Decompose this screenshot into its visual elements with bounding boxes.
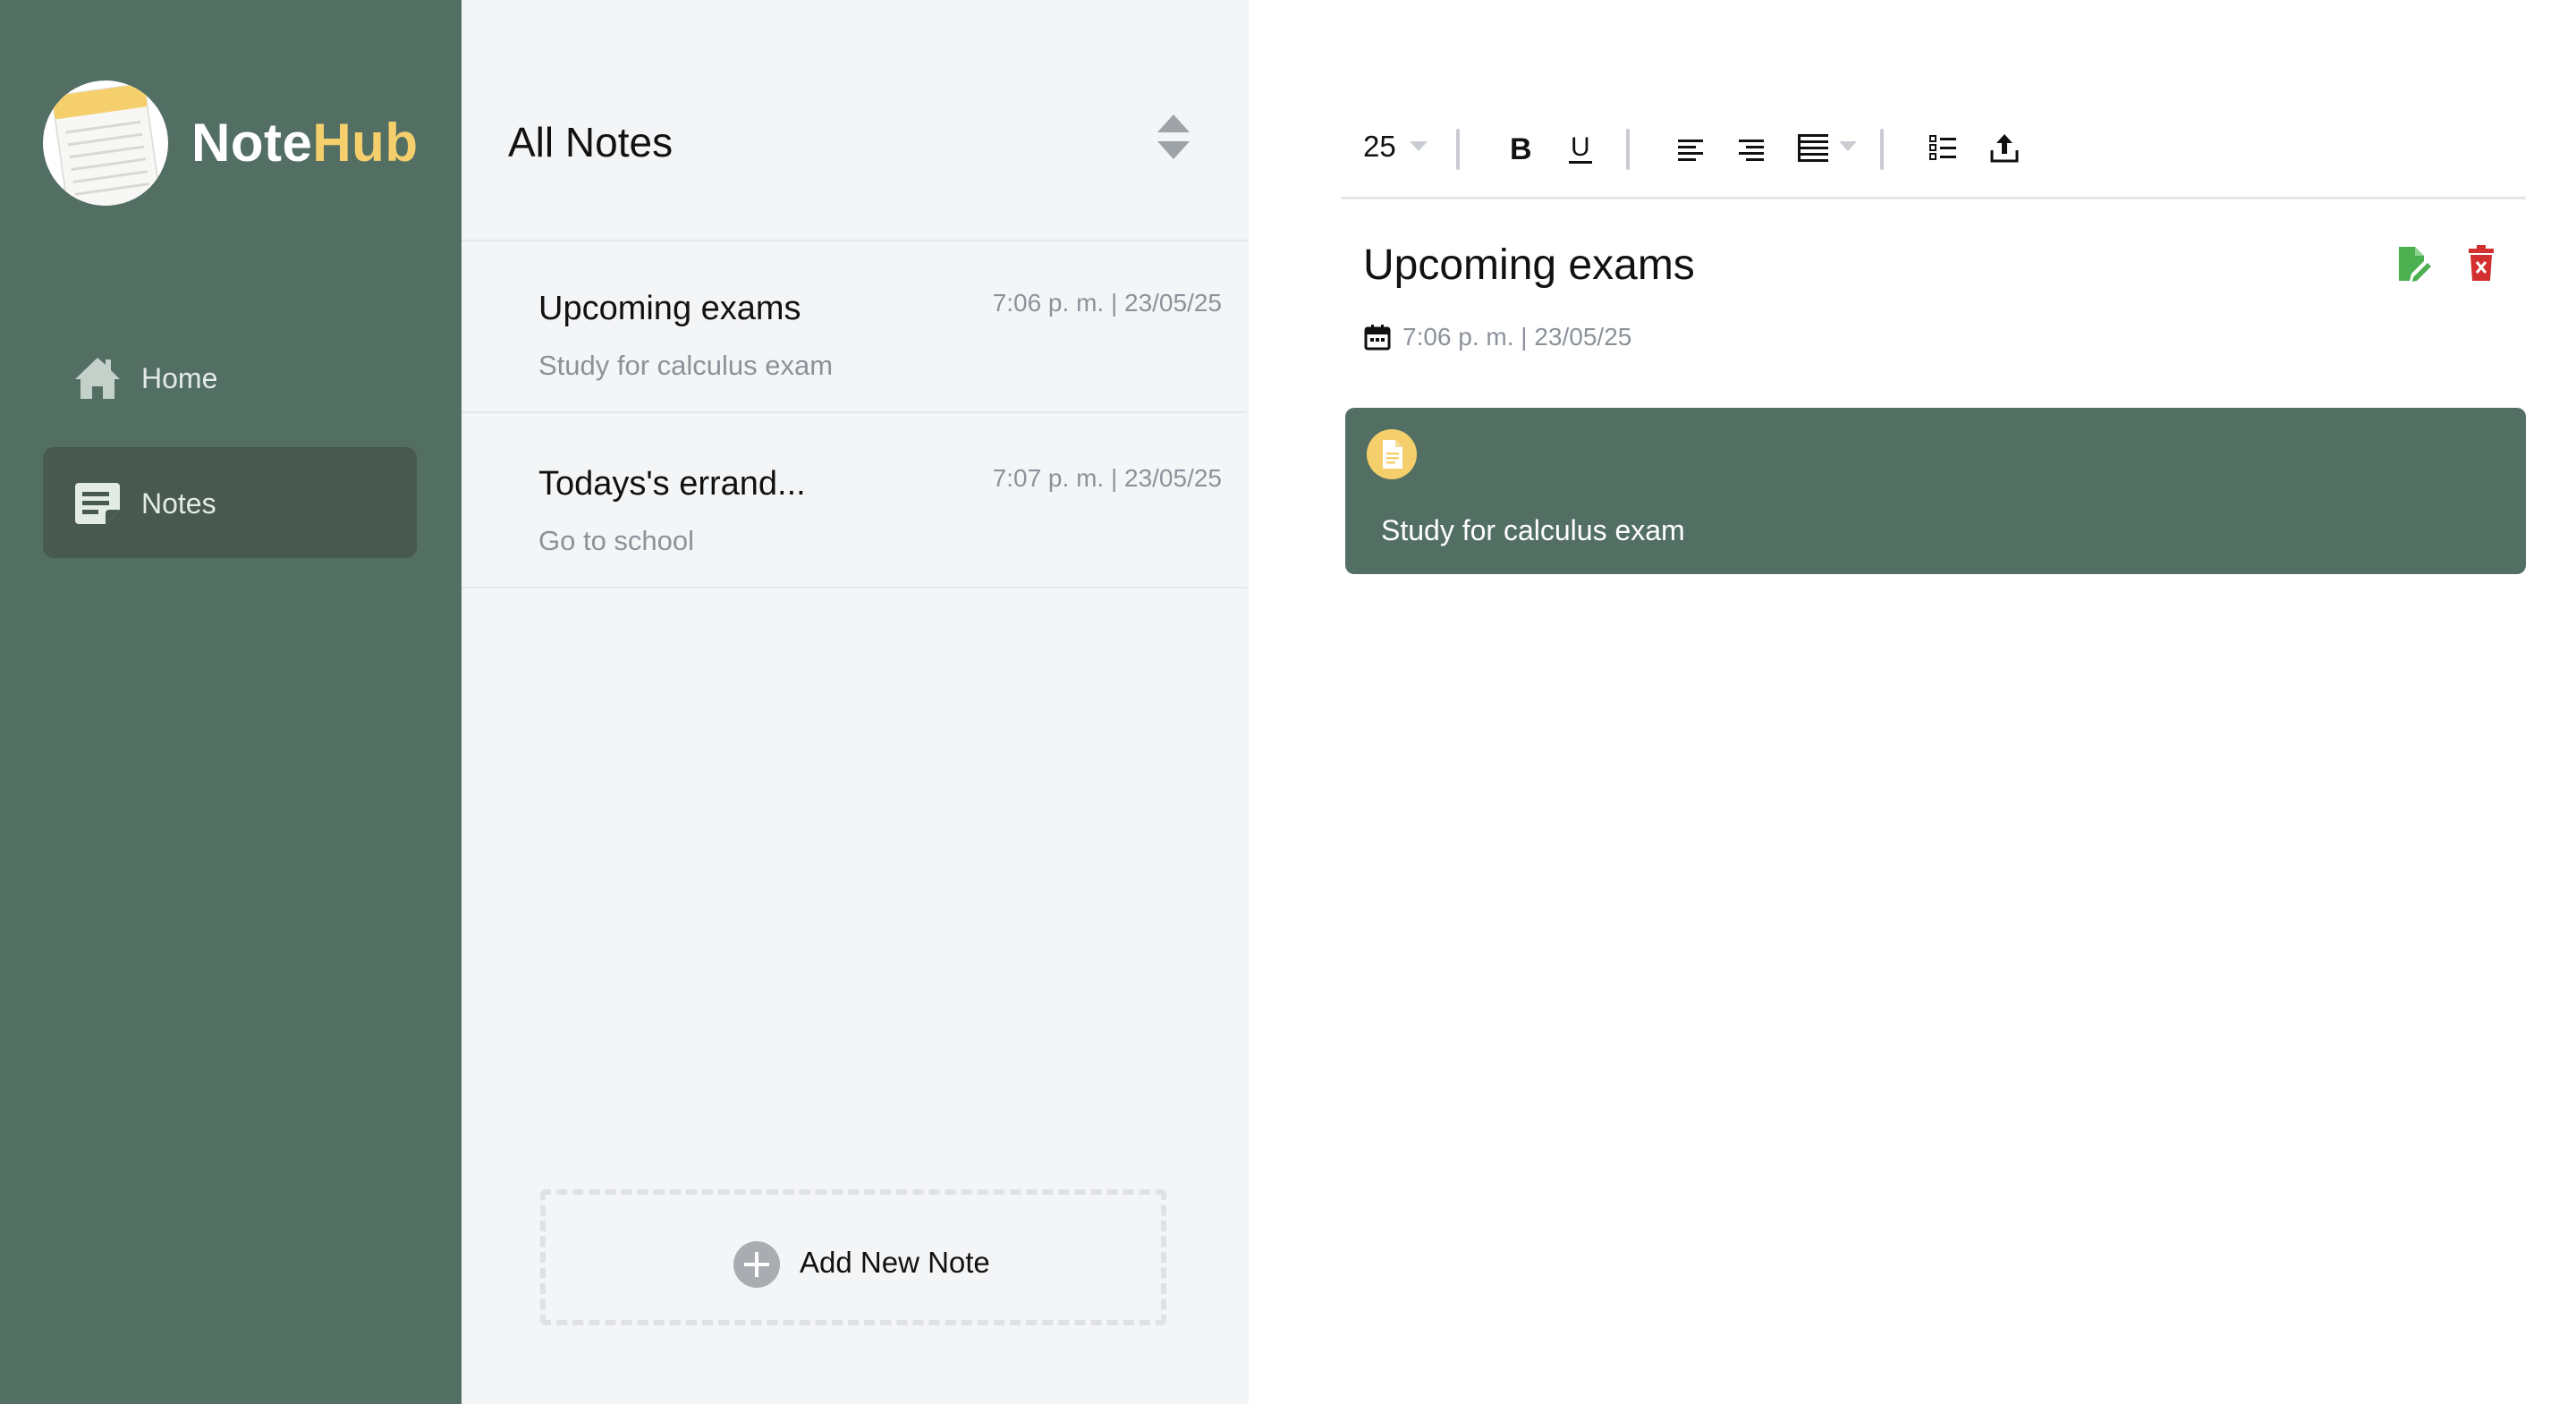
sidebar-item-notes[interactable]: Notes — [43, 447, 417, 558]
sidebar: NoteHub Home Notes — [0, 0, 462, 1404]
align-right-icon — [1739, 140, 1764, 161]
sort-icon[interactable] — [1156, 113, 1191, 161]
note-card[interactable]: Upcoming exams 7:06 p. m. | 23/05/25 Stu… — [462, 241, 1247, 413]
svg-text:B: B — [1510, 132, 1532, 166]
toolbar-divider — [1880, 129, 1884, 170]
sidebar-item-home[interactable]: Home — [43, 322, 417, 433]
note-card-title: Todays's errand... — [538, 465, 806, 503]
sidebar-item-label: Notes — [141, 487, 216, 520]
plus-circle-icon — [733, 1241, 780, 1288]
bold-button[interactable]: B — [1504, 127, 1535, 168]
sidebar-item-label: Home — [141, 362, 218, 394]
svg-text:U: U — [1571, 132, 1590, 162]
note-timestamp: 7:06 p. m. | 23/05/25 — [1363, 322, 1631, 352]
delete-note-button[interactable] — [2462, 241, 2501, 284]
edit-file-icon — [2399, 247, 2431, 282]
notes-list-title: All Notes — [508, 119, 674, 165]
note-card-time: 7:06 p. m. | 23/05/25 — [992, 289, 1222, 317]
brand-part-2: Hub — [312, 113, 419, 173]
bold-icon: B — [1510, 132, 1532, 166]
notepad-logo-icon — [43, 80, 168, 206]
underline-button[interactable]: U — [1565, 127, 1596, 168]
align-left-button[interactable] — [1674, 127, 1707, 168]
note-title[interactable]: Upcoming exams — [1363, 240, 1695, 292]
note-card-time: 7:07 p. m. | 23/05/25 — [992, 464, 1222, 492]
list-button[interactable] — [1927, 127, 1961, 168]
note-card[interactable]: Todays's errand... 7:07 p. m. | 23/05/25… — [462, 417, 1247, 588]
formatting-toolbar: 25 B U — [1342, 113, 2526, 199]
align-right-button[interactable] — [1735, 127, 1767, 168]
document-badge-icon — [1367, 429, 1417, 479]
add-new-note-button[interactable]: Add New Note — [540, 1189, 1166, 1325]
note-content-box[interactable]: Study for calculus exam — [1345, 408, 2526, 574]
note-editor: 25 B U Upcoming exams 7:06 p. m. | 23/05… — [1249, 0, 2576, 1404]
upload-icon — [1990, 134, 2019, 163]
align-justify-icon — [1798, 134, 1857, 162]
calendar-icon — [1364, 325, 1391, 351]
edit-note-button[interactable] — [2394, 241, 2433, 284]
note-content-text: Study for calculus exam — [1381, 514, 1685, 546]
note-card-title: Upcoming exams — [538, 290, 801, 327]
chevron-down-icon — [1410, 141, 1428, 151]
trash-icon — [2469, 245, 2494, 281]
notes-icon — [75, 483, 120, 524]
note-timestamp-text: 7:06 p. m. | 23/05/25 — [1402, 323, 1632, 351]
add-new-note-label: Add New Note — [800, 1246, 990, 1279]
align-left-icon — [1678, 140, 1703, 161]
align-justify-select[interactable] — [1794, 127, 1862, 168]
brand-part-1: Note — [191, 113, 313, 173]
note-card-preview: Go to school — [538, 525, 695, 556]
notes-list-header: All Notes — [462, 0, 1249, 241]
list-icon — [1929, 135, 1956, 160]
home-icon — [75, 358, 120, 399]
toolbar-divider — [1626, 129, 1630, 170]
notes-list-pane: All Notes Upcoming exams 7:06 p. m. | 23… — [462, 0, 1250, 1404]
upload-button[interactable] — [1987, 127, 2021, 168]
brand-name: NoteHub — [191, 111, 418, 175]
font-size-select[interactable]: 25 — [1342, 129, 1428, 170]
note-card-preview: Study for calculus exam — [538, 350, 834, 381]
font-size-value: 25 — [1363, 130, 1396, 163]
underline-icon: U — [1569, 132, 1592, 164]
toolbar-divider — [1456, 129, 1460, 170]
